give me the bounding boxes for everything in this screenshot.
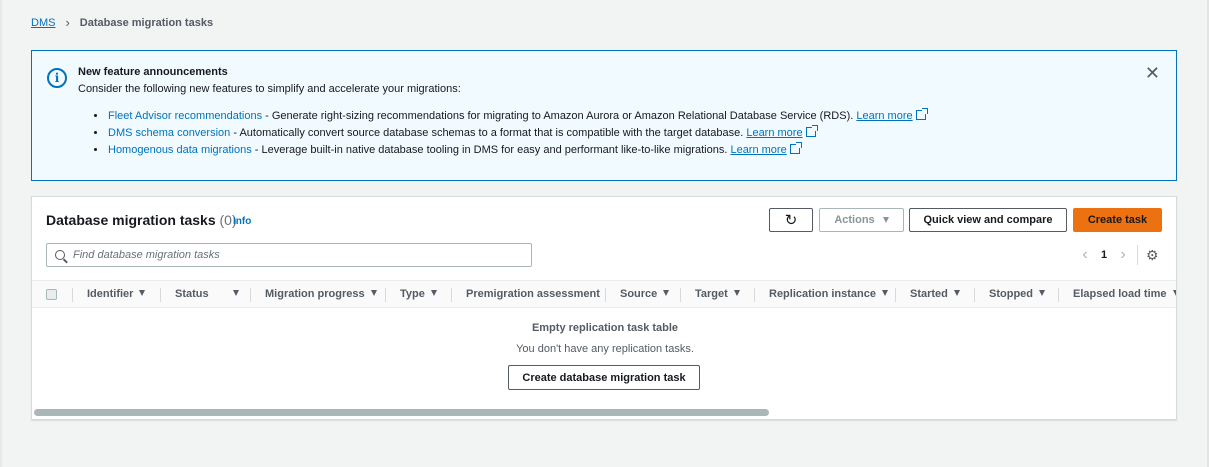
column-label: Stopped [989, 288, 1033, 300]
column-label: Elapsed load time [1073, 288, 1167, 300]
actions-label: Actions [834, 214, 875, 226]
caret-down-icon [733, 290, 740, 296]
page-number[interactable]: 1 [1095, 249, 1113, 261]
feature-list: Fleet Advisor recommendations - Generate… [94, 108, 928, 160]
column-divider [160, 288, 161, 302]
list-item: DMS schema conversion - Automatically co… [94, 125, 926, 143]
column-divider [385, 288, 386, 302]
column-header-status[interactable]: Status [175, 281, 239, 307]
caret-down-icon [882, 217, 889, 223]
column-header-elapsed-load-time[interactable]: Elapsed load time [1073, 281, 1176, 307]
feature-announcement-flash: i New feature announcements Consider the… [31, 50, 1177, 181]
column-label: Replication instance [769, 288, 876, 300]
column-divider [974, 288, 975, 302]
feature-description: - Automatically convert source database … [230, 127, 747, 139]
column-label: Started [910, 288, 948, 300]
flash-subtitle: Consider the following new features to s… [78, 83, 461, 95]
search-input[interactable] [73, 249, 513, 261]
column-header-replication-instance[interactable]: Replication instance [769, 281, 888, 307]
empty-state-message: You don't have any replication tasks. [516, 343, 694, 355]
column-divider [605, 288, 606, 302]
caret-down-icon [430, 290, 437, 296]
column-divider [680, 288, 681, 302]
actions-dropdown[interactable]: Actions [819, 208, 904, 232]
column-header-target[interactable]: Target [695, 281, 740, 307]
column-divider [895, 288, 896, 302]
info-link[interactable]: Info [233, 216, 251, 227]
column-label: Migration progress [265, 288, 365, 300]
column-label: Premigration assessment [466, 288, 600, 300]
column-label: Target [695, 288, 728, 300]
select-all-checkbox[interactable] [46, 289, 57, 300]
chevron-left-icon[interactable]: ‹ [1075, 246, 1095, 264]
learn-more-link[interactable]: Learn more [856, 110, 912, 122]
close-icon[interactable]: ✕ [1145, 64, 1160, 82]
list-item: Fleet Advisor recommendations - Generate… [94, 108, 928, 126]
column-header-identifier[interactable]: Identifier [87, 281, 146, 307]
breadcrumb-dms-link[interactable]: DMS [31, 17, 55, 29]
horizontal-scrollbar[interactable] [34, 409, 769, 416]
table-title: Database migration tasks (0) [46, 212, 237, 228]
caret-down-icon [232, 290, 239, 296]
quick-view-compare-button[interactable]: Quick view and compare [909, 208, 1067, 232]
column-divider [754, 288, 755, 302]
page-edge-left [0, 0, 2, 467]
column-header-started[interactable]: Started [910, 281, 960, 307]
column-header-premigration-assessment[interactable]: Premigration assessment [466, 281, 600, 307]
empty-state-title: Empty replication task table [531, 322, 679, 334]
column-divider [1058, 288, 1059, 302]
feature-description: - Generate right-sizing recommendations … [262, 110, 857, 122]
gear-icon[interactable]: ⚙ [1146, 247, 1159, 264]
flash-title: New feature announcements [78, 66, 228, 78]
search-icon [55, 250, 65, 260]
refresh-icon: ↻ [784, 212, 798, 229]
external-link-icon[interactable] [789, 142, 802, 154]
feature-description: - Leverage built-in native database tool… [251, 144, 731, 156]
column-divider [250, 288, 251, 302]
column-label: Identifier [87, 288, 134, 300]
fleet-advisor-link[interactable]: Fleet Advisor recommendations [108, 110, 262, 122]
caret-down-icon [881, 290, 888, 296]
external-link-icon[interactable] [915, 108, 928, 120]
caret-down-icon [370, 290, 377, 296]
learn-more-link[interactable]: Learn more [730, 144, 786, 156]
migration-tasks-container: Database migration tasks (0) Info ↻ Acti… [31, 196, 1177, 420]
info-icon: i [47, 68, 67, 88]
chevron-right-icon: › [65, 15, 70, 30]
column-label: Source [620, 288, 658, 300]
refresh-button[interactable]: ↻ [769, 208, 813, 232]
caret-down-icon [953, 290, 960, 296]
chevron-right-icon[interactable]: › [1113, 246, 1133, 264]
breadcrumb: DMS › Database migration tasks [31, 15, 213, 30]
column-header-type[interactable]: Type [400, 281, 437, 307]
column-header-source[interactable]: Source [620, 281, 670, 307]
pagination: ‹ 1 › ⚙ [1075, 245, 1159, 265]
column-header-migration-progress[interactable]: Migration progress [265, 281, 377, 307]
create-migration-task-button[interactable]: Create database migration task [508, 365, 700, 390]
schema-conversion-link[interactable]: DMS schema conversion [108, 127, 230, 139]
external-link-icon[interactable] [805, 125, 818, 137]
column-label: Status [175, 288, 209, 300]
search-field[interactable] [46, 243, 532, 267]
create-task-button[interactable]: Create task [1073, 208, 1162, 232]
column-header-stopped[interactable]: Stopped [989, 281, 1045, 307]
learn-more-link[interactable]: Learn more [746, 127, 802, 139]
list-item: Homogenous data migrations - Leverage bu… [94, 142, 926, 160]
table-title-text: Database migration tasks [46, 212, 216, 228]
homogenous-migrations-link[interactable]: Homogenous data migrations [108, 144, 252, 156]
caret-down-icon [139, 290, 146, 296]
column-divider [72, 288, 73, 302]
column-divider [451, 288, 452, 302]
caret-down-icon [1039, 290, 1045, 296]
table-header: Identifier Status Migration progress Typ… [32, 280, 1176, 308]
pager-divider [1137, 245, 1138, 265]
breadcrumb-current: Database migration tasks [79, 16, 214, 29]
caret-down-icon [663, 290, 670, 296]
column-label: Type [400, 288, 425, 300]
caret-down-icon [1172, 290, 1176, 296]
